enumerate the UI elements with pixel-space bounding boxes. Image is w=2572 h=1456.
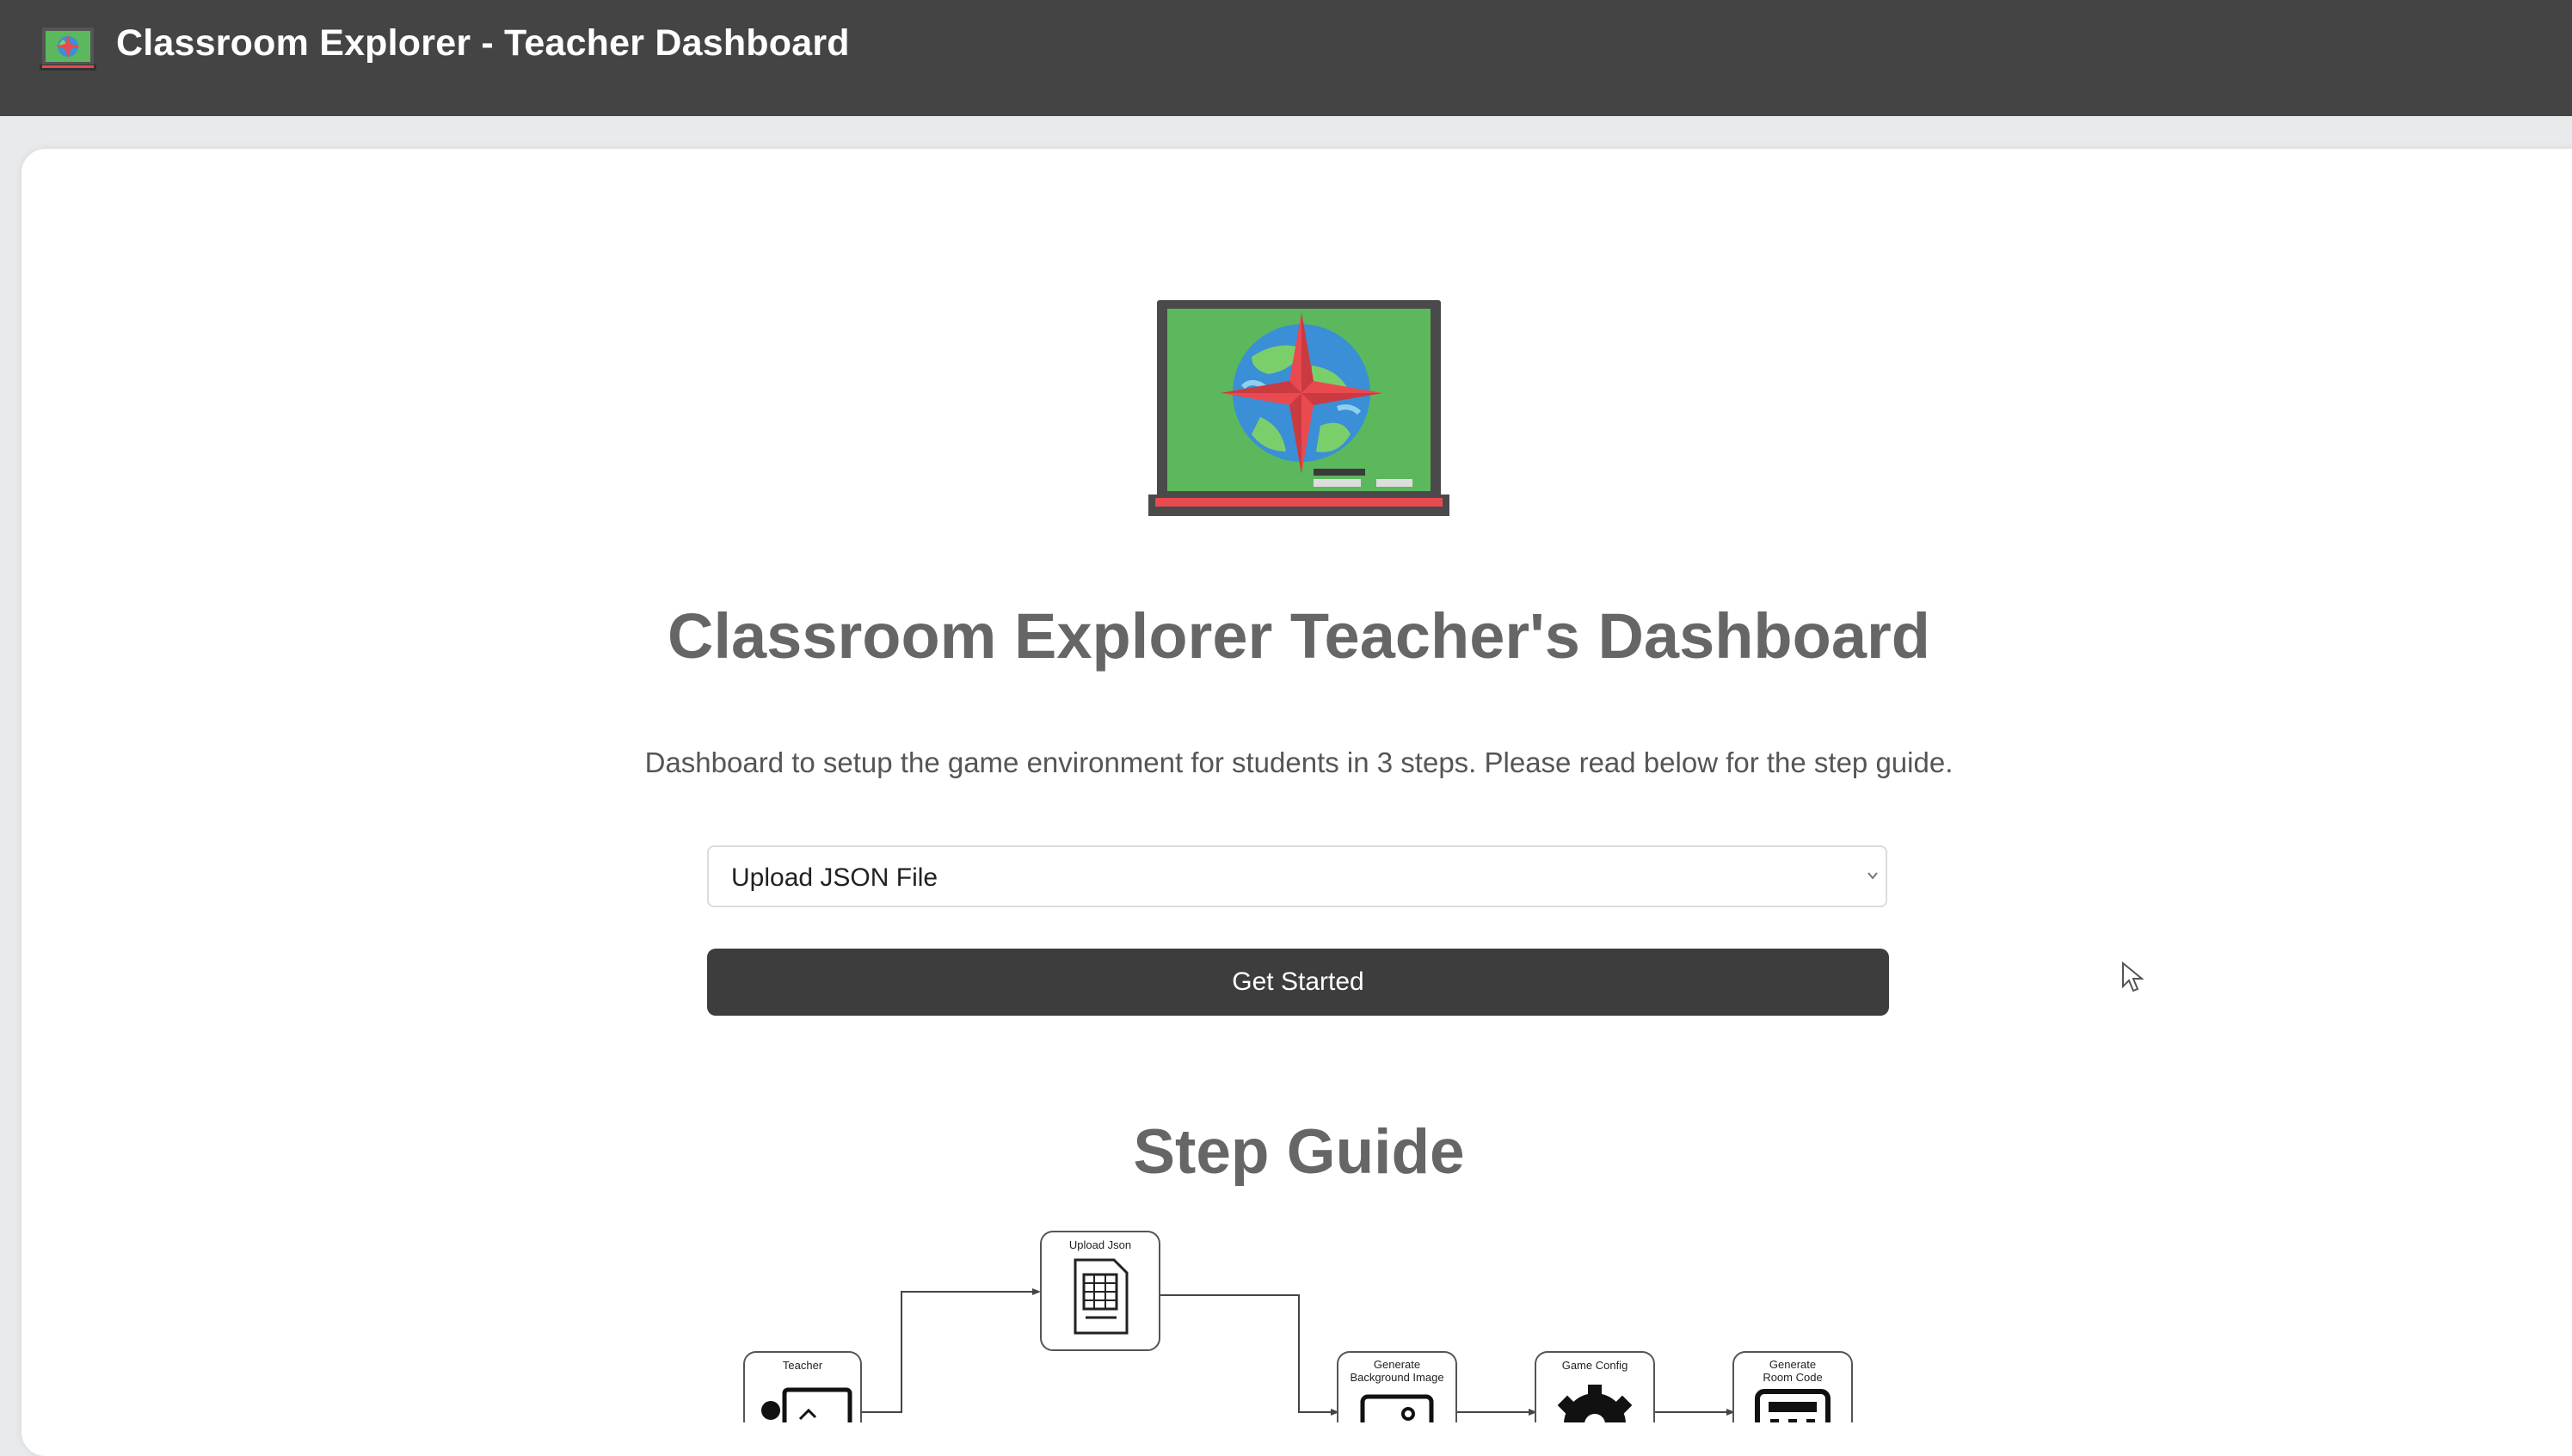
node-label-teacher: Teacher (783, 1359, 823, 1372)
page-title: Classroom Explorer Teacher's Dashboard (668, 600, 1930, 672)
classroom-logo-icon (40, 28, 96, 71)
step-guide-title: Step Guide (1133, 1117, 1465, 1187)
node-label-room-2: Room Code (1763, 1371, 1822, 1384)
node-label-background-1: Generate (1374, 1358, 1420, 1371)
mouse-cursor-icon (2122, 961, 2144, 992)
top-bar: Classroom Explorer - Teacher Dashboard (0, 0, 2572, 116)
step-guide-diagram: Teacher Upload Json Generate Background … (743, 1231, 1853, 1422)
diagram-node-room-code: Generate Room Code (1732, 1351, 1853, 1422)
diagram-node-background: Generate Background Image (1337, 1351, 1457, 1422)
page-subtitle: Dashboard to setup the game environment … (644, 746, 1954, 778)
node-label-config: Game Config (1562, 1359, 1628, 1372)
get-started-button[interactable]: Get Started (707, 949, 1889, 1016)
teacher-icon (761, 1401, 780, 1420)
diagram-node-config: Game Config (1535, 1351, 1655, 1422)
node-label-upload-json: Upload Json (1069, 1238, 1131, 1251)
app-title: Classroom Explorer - Teacher Dashboard (116, 22, 850, 64)
chevron-down-icon (1867, 872, 1878, 880)
document-icon (1074, 1258, 1129, 1335)
classroom-explorer-logo (1148, 300, 1449, 516)
node-label-background-2: Background Image (1350, 1371, 1443, 1384)
upload-mode-select[interactable]: Upload JSON File (707, 845, 1887, 907)
diagram-node-upload-json: Upload Json (1040, 1231, 1160, 1351)
node-label-room-1: Generate (1769, 1358, 1816, 1371)
select-value: Upload JSON File (731, 863, 938, 892)
diagram-node-teacher: Teacher (743, 1351, 862, 1422)
